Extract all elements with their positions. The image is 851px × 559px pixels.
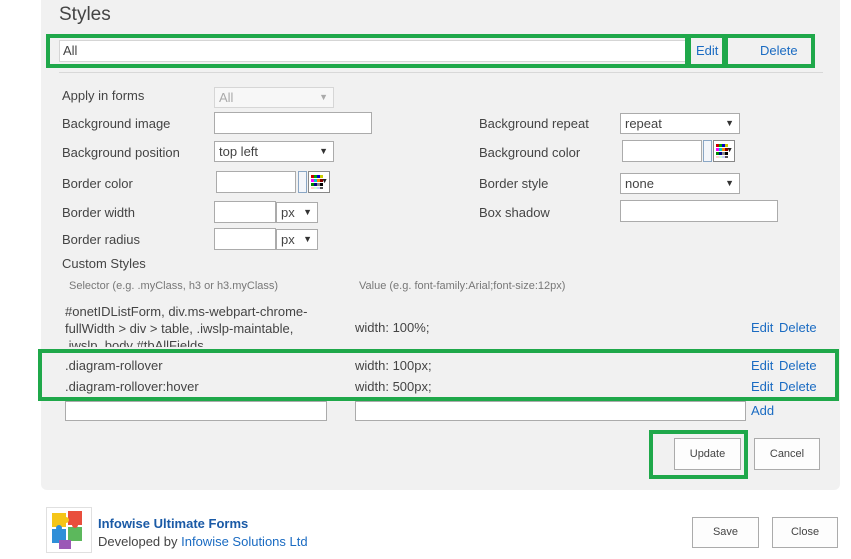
border-color-input[interactable] xyxy=(216,171,296,193)
table-row-selector: .diagram-rollover:hover xyxy=(65,379,199,394)
border-radius-unit-select[interactable]: px ▼ xyxy=(276,229,318,250)
background-repeat-value: repeat xyxy=(625,116,662,131)
row-delete-link[interactable]: Delete xyxy=(779,320,817,335)
divider xyxy=(59,72,823,73)
table-row-value: width: 100%; xyxy=(355,320,430,335)
developer-line: Developed by Infowise Solutions Ltd xyxy=(98,534,308,549)
selector-line: #onetIDListForm, div.ms-webpart-chrome- xyxy=(65,304,308,319)
border-radius-input[interactable] xyxy=(214,228,276,250)
border-style-label: Border style xyxy=(479,176,549,191)
border-radius-label: Border radius xyxy=(62,232,141,247)
chevron-down-icon: ▼ xyxy=(319,146,328,156)
save-button[interactable]: Save xyxy=(692,517,759,548)
chevron-down-icon: ▼ xyxy=(319,92,328,102)
style-set-delete-link[interactable]: Delete xyxy=(760,43,798,58)
selector-hint: Selector (e.g. .myClass, h3 or h3.myClas… xyxy=(69,280,279,292)
border-width-input[interactable] xyxy=(214,201,276,223)
background-color-label: Background color xyxy=(479,145,581,160)
apply-in-forms-value: All xyxy=(219,90,234,105)
box-shadow-label: Box shadow xyxy=(479,205,550,220)
chevron-down-icon: ▼ xyxy=(725,118,734,128)
background-repeat-select[interactable]: repeat ▼ xyxy=(620,113,740,134)
section-title: Styles xyxy=(59,4,111,25)
company-link[interactable]: Infowise Solutions Ltd xyxy=(181,534,307,549)
row-edit-link[interactable]: Edit xyxy=(751,358,773,373)
product-name: Infowise Ultimate Forms xyxy=(98,516,249,531)
background-position-label: Background position xyxy=(62,145,180,160)
border-style-select[interactable]: none ▼ xyxy=(620,173,740,194)
row-delete-link[interactable]: Delete xyxy=(779,358,817,373)
close-button[interactable]: Close xyxy=(772,517,838,548)
row-edit-link[interactable]: Edit xyxy=(751,320,773,335)
color-palette-icon[interactable]: ▼ xyxy=(308,171,330,193)
background-position-select[interactable]: top left ▼ xyxy=(214,141,334,162)
developed-by-text: Developed by xyxy=(98,534,178,549)
value-hint: Value (e.g. font-family:Arial;font-size:… xyxy=(359,280,566,292)
row-delete-link[interactable]: Delete xyxy=(779,379,817,394)
row-edit-link[interactable]: Edit xyxy=(751,379,773,394)
background-position-value: top left xyxy=(219,144,259,159)
background-repeat-label: Background repeat xyxy=(479,116,589,131)
border-width-label: Border width xyxy=(62,205,135,220)
border-color-swatch xyxy=(298,171,307,193)
table-row-value: width: 500px; xyxy=(355,379,432,394)
background-image-input[interactable] xyxy=(214,112,372,134)
custom-styles-title: Custom Styles xyxy=(62,256,146,271)
border-radius-unit: px xyxy=(281,232,295,247)
box-shadow-input[interactable] xyxy=(620,200,778,222)
new-value-input[interactable] xyxy=(355,401,746,421)
table-row-value: width: 100px; xyxy=(355,358,432,373)
border-color-label: Border color xyxy=(62,176,133,191)
highlight-style-set xyxy=(46,34,689,68)
style-set-edit-link[interactable]: Edit xyxy=(696,43,718,58)
background-image-label: Background image xyxy=(62,116,171,131)
apply-in-forms-select[interactable]: All ▼ xyxy=(214,87,334,108)
selector-line: fullWidth > div > table, .iwslp-maintabl… xyxy=(65,321,294,336)
chevron-down-icon: ▼ xyxy=(725,178,734,188)
infowise-logo xyxy=(46,507,92,553)
background-color-swatch xyxy=(703,140,712,162)
selector-line: .iwslp_body #tbAllFields xyxy=(65,338,204,347)
chevron-down-icon: ▼ xyxy=(303,234,312,244)
border-width-unit: px xyxy=(281,205,295,220)
table-row-selector: .diagram-rollover xyxy=(65,358,163,373)
border-style-value: none xyxy=(625,176,654,191)
background-color-input[interactable] xyxy=(622,140,702,162)
add-style-link[interactable]: Add xyxy=(751,403,774,418)
update-button[interactable]: Update xyxy=(674,438,741,470)
border-width-unit-select[interactable]: px ▼ xyxy=(276,202,318,223)
color-palette-icon[interactable]: ▼ xyxy=(713,140,735,162)
cancel-button[interactable]: Cancel xyxy=(754,438,820,470)
chevron-down-icon: ▼ xyxy=(303,207,312,217)
table-row-selector: #onetIDListForm, div.ms-webpart-chrome- … xyxy=(65,303,335,347)
apply-in-forms-label: Apply in forms xyxy=(62,88,145,103)
new-selector-input[interactable] xyxy=(65,401,327,421)
